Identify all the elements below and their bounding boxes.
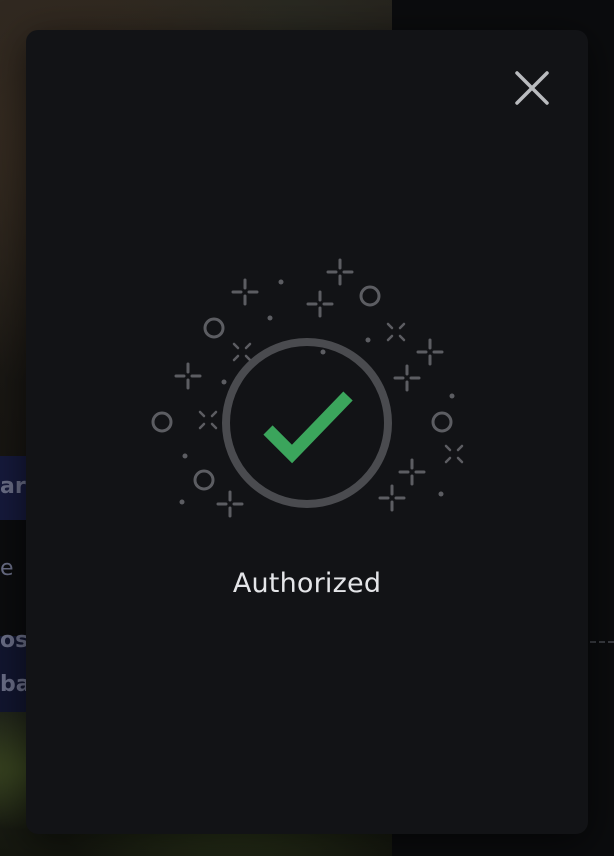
sparkle-ring — [193, 469, 215, 491]
status-message: Authorized — [232, 568, 382, 599]
sparkles-decoration — [151, 258, 464, 518]
sparkle-plus — [174, 362, 202, 390]
sparkle-plus — [378, 484, 406, 512]
background-text: e — [0, 556, 14, 581]
success-ring — [222, 338, 392, 508]
sparkle-plus — [231, 278, 259, 306]
sparkle-plus — [216, 490, 244, 518]
sparkle-ring — [151, 411, 173, 433]
sparkle-ring — [359, 285, 381, 307]
sparkle-plus — [416, 338, 444, 366]
sparkle-plus — [398, 458, 426, 486]
background-text: ar — [0, 474, 26, 499]
sparkle-dots — [179, 279, 455, 505]
success-illustration — [151, 258, 464, 518]
sparkle-plus — [306, 290, 334, 318]
checkmark-icon — [263, 391, 353, 464]
sparkle-cross — [386, 322, 406, 342]
sparkle-cross — [198, 410, 218, 430]
background-divider — [590, 641, 614, 643]
sparkle-ring — [203, 317, 225, 339]
sparkle-plus — [393, 364, 421, 392]
sparkle-plus — [326, 258, 354, 286]
sparkle-cross — [232, 342, 252, 362]
authorization-modal: Authorized — [26, 30, 588, 834]
sparkle-ring — [431, 411, 453, 433]
sparkle-cross — [444, 444, 464, 464]
